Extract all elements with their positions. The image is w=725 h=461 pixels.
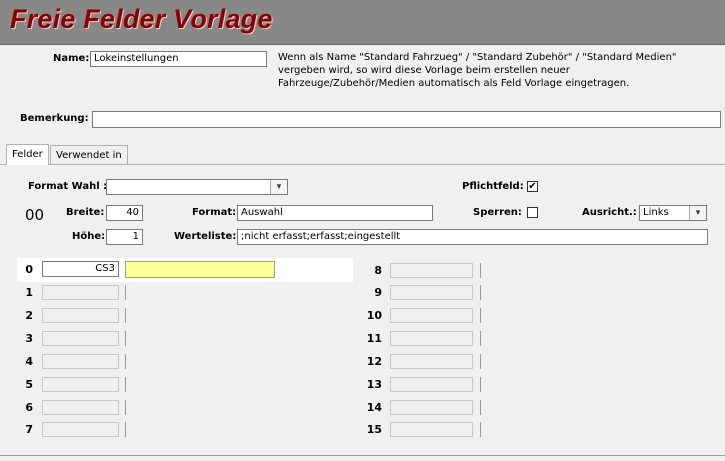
field-num: 2	[25, 309, 33, 322]
ausricht-label: Ausricht.:	[582, 207, 637, 218]
field-separator	[480, 285, 481, 300]
field-num: 5	[25, 378, 33, 391]
format-wahl-select[interactable]: ▾	[106, 179, 288, 195]
format-input[interactable]: Auswahl	[237, 205, 433, 221]
field-value-input[interactable]	[390, 285, 473, 300]
bemerkung-input[interactable]	[92, 111, 721, 128]
field-value-input[interactable]	[390, 377, 473, 392]
field-num: 9	[374, 286, 382, 299]
field-separator	[125, 422, 126, 437]
sperren-label: Sperren:	[473, 207, 522, 218]
field-value-input[interactable]	[390, 331, 473, 346]
field-num: 6	[25, 401, 33, 414]
field-separator	[125, 308, 126, 323]
field-separator	[480, 422, 481, 437]
bemerkung-label: Bemerkung:	[20, 113, 89, 124]
name-label: Name:	[53, 53, 90, 64]
chevron-down-icon[interactable]: ▾	[689, 206, 706, 220]
header-bar: Freie Felder Vorlage	[0, 0, 725, 45]
field-highlight-box[interactable]	[125, 261, 275, 278]
page-title: Freie Felder Vorlage	[10, 4, 273, 34]
name-input[interactable]: Lokeinstellungen	[90, 51, 267, 67]
bottom-divider	[0, 455, 725, 456]
chevron-down-icon[interactable]: ▾	[270, 180, 287, 194]
tab-divider	[0, 164, 725, 165]
field-separator	[480, 331, 481, 346]
field-value-input[interactable]	[42, 400, 119, 415]
field-index: 00	[25, 206, 45, 224]
tab-felder[interactable]: Felder	[6, 144, 49, 165]
field-separator	[480, 263, 481, 278]
field-value-input[interactable]	[42, 354, 119, 369]
field-value-input[interactable]	[390, 400, 473, 415]
field-num: 11	[366, 332, 382, 345]
field-num: 13	[366, 378, 382, 391]
field-separator	[125, 400, 126, 415]
field-num: 8	[374, 264, 382, 277]
hoehe-input[interactable]: 1	[106, 229, 143, 245]
breite-input[interactable]: 40	[106, 205, 143, 221]
field-num: 4	[25, 355, 33, 368]
field-separator	[125, 331, 126, 346]
werteliste-label: Werteliste:	[174, 231, 237, 242]
field-value-input[interactable]	[390, 263, 473, 278]
field-num: 14	[366, 401, 382, 414]
field-separator	[480, 377, 481, 392]
field-num: 10	[366, 309, 382, 322]
field-value-input[interactable]	[42, 331, 119, 346]
format-label: Format:	[192, 207, 237, 218]
field-num: 0	[25, 263, 33, 276]
pflichtfeld-checkbox[interactable]: ✔	[527, 181, 538, 192]
field-num: 1	[25, 286, 33, 299]
field-separator	[125, 377, 126, 392]
field-separator	[125, 354, 126, 369]
field-value-input[interactable]	[390, 422, 473, 437]
ausricht-select[interactable]: Links ▾	[639, 205, 707, 221]
field-value-input[interactable]	[42, 377, 119, 392]
breite-label: Breite:	[66, 207, 105, 218]
sperren-checkbox[interactable]	[527, 207, 538, 218]
tab-verwendet-in[interactable]: Verwendet in	[50, 145, 128, 165]
field-value-input[interactable]	[42, 422, 119, 437]
field-value-input[interactable]: CS3	[42, 261, 119, 277]
field-num: 3	[25, 332, 33, 345]
hoehe-label: Höhe:	[72, 231, 106, 242]
format-wahl-label: Format Wahl :	[28, 181, 108, 192]
pflichtfeld-label: Pflichtfeld:	[462, 181, 524, 192]
werteliste-input[interactable]: ;nicht erfasst;erfasst;eingestellt	[237, 229, 708, 245]
name-hint-text: Wenn als Name "Standard Fahrzueg" / "Sta…	[278, 52, 677, 89]
field-separator	[480, 354, 481, 369]
field-value-input[interactable]	[390, 354, 473, 369]
field-value-input[interactable]	[42, 285, 119, 300]
field-num: 12	[366, 355, 382, 368]
field-value-input[interactable]	[390, 308, 473, 323]
field-value-input[interactable]	[42, 308, 119, 323]
field-num: 7	[25, 423, 33, 436]
field-separator	[480, 308, 481, 323]
field-separator	[480, 400, 481, 415]
field-num: 15	[366, 423, 382, 436]
field-separator	[125, 285, 126, 300]
ausricht-value: Links	[643, 207, 669, 218]
